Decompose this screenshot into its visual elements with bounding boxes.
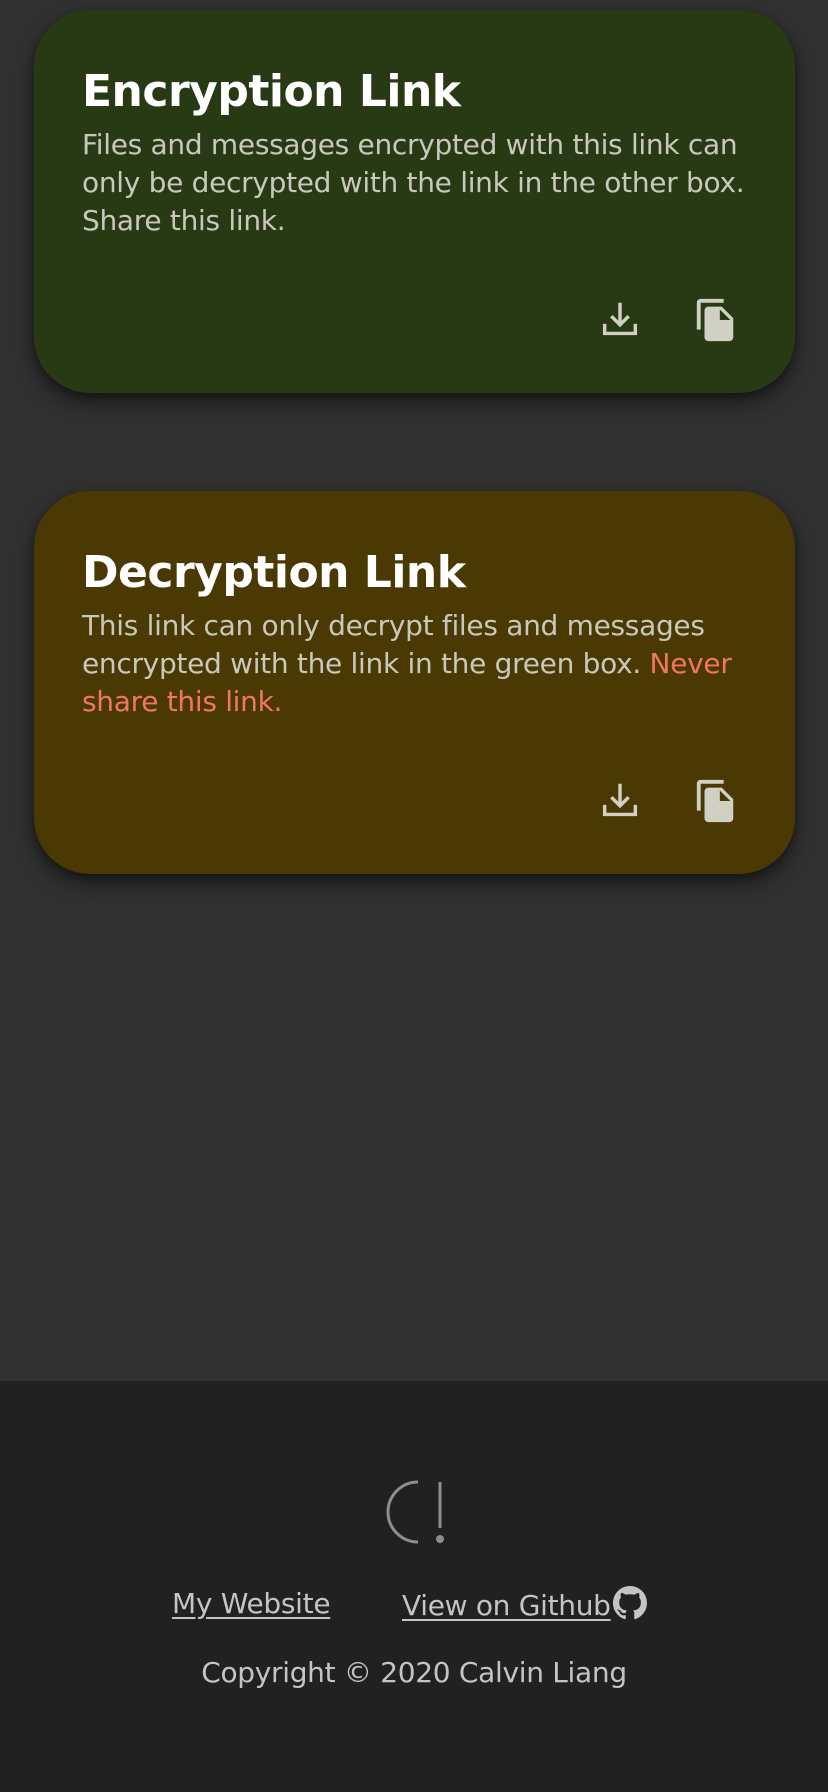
decryption-card-description: This link can only decrypt files and mes… <box>82 607 762 721</box>
decryption-card-description-text: This link can only decrypt files and mes… <box>82 609 705 680</box>
encryption-download-button[interactable] <box>597 297 643 343</box>
decryption-download-button[interactable] <box>597 778 643 824</box>
footer: My Website View on Github Copyright © 20… <box>0 1381 828 1792</box>
encryption-link-card: Encryption Link Files and messages encry… <box>34 10 795 393</box>
decryption-card-actions <box>597 778 739 824</box>
encryption-card-title: Encryption Link <box>82 66 461 117</box>
decryption-copy-button[interactable] <box>693 778 739 824</box>
encryption-card-description: Files and messages encrypted with this l… <box>82 128 745 237</box>
download-icon <box>602 302 638 336</box>
decryption-link-card: Decryption Link This link can only decry… <box>34 491 795 874</box>
copy-icon <box>696 298 734 342</box>
copyright-text: Copyright © 2020 Calvin Liang <box>201 1656 627 1689</box>
view-on-github-link[interactable]: View on Github <box>402 1585 647 1622</box>
logo-icon <box>386 1480 444 1544</box>
footer-links: My Website View on Github <box>0 1581 828 1629</box>
main-content: Encryption Link Files and messages encry… <box>0 0 828 1381</box>
decryption-card-title: Decryption Link <box>82 547 466 598</box>
download-icon <box>602 783 638 817</box>
encryption-card-actions <box>597 297 739 343</box>
encryption-copy-button[interactable] <box>693 297 739 343</box>
my-website-link[interactable]: My Website <box>172 1587 331 1620</box>
github-link-label: View on Github <box>402 1589 611 1622</box>
github-icon <box>612 1585 647 1619</box>
copy-icon <box>696 779 734 823</box>
